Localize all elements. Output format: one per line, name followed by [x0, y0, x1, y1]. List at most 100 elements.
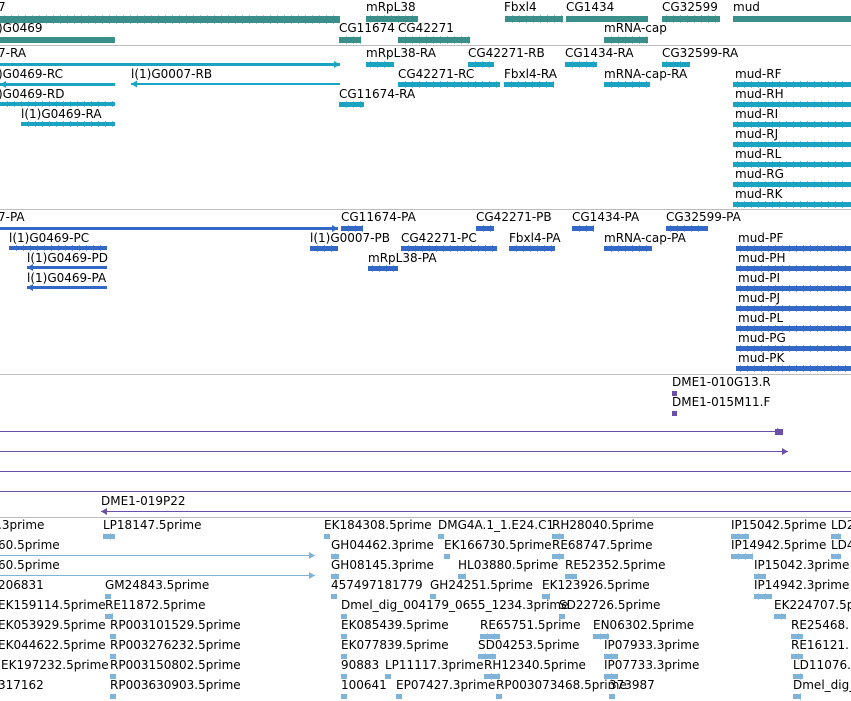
proteins-feature-label[interactable]: mud-PI	[738, 272, 780, 285]
proteins-feature-label[interactable]: mud-PJ	[738, 292, 780, 305]
genes-feature-glyph[interactable]	[505, 15, 563, 23]
ests-feature-label[interactable]: EK123926.5prime	[542, 579, 650, 592]
transcripts-feature-label[interactable]: )G0469-RD	[0, 88, 64, 101]
genes-feature-glyph[interactable]	[0, 15, 340, 24]
proteins-feature-glyph[interactable]	[509, 245, 555, 252]
transcripts-feature-label[interactable]: l(1)G0007-RB	[131, 68, 212, 81]
ests-feature-label[interactable]: EK184308.5prime	[324, 519, 432, 532]
ests-feature-label[interactable]: RE11872.5prime	[105, 599, 206, 612]
genes-feature-glyph[interactable]	[662, 15, 720, 23]
transcripts-feature-label[interactable]: mud-RH	[735, 88, 784, 101]
transcripts-feature-label[interactable]: Fbxl4-RA	[504, 68, 557, 81]
ests-feature-label[interactable]: EK044622.5prime	[0, 639, 106, 652]
proteins-feature-label[interactable]: CG42271-PC	[401, 232, 477, 245]
ests-feature-label[interactable]: .3prime	[0, 519, 44, 532]
genes-feature-glyph[interactable]	[733, 16, 851, 22]
ests-feature-glyph[interactable]	[444, 554, 450, 559]
ests-feature-label[interactable]: IP14942.5prime	[731, 539, 826, 552]
ests-feature-label[interactable]: IP15042.3prime	[754, 559, 849, 572]
proteins-feature-label[interactable]: 7-PA	[0, 211, 25, 224]
genes-feature-label[interactable]: mRNA-cap	[604, 22, 667, 35]
ests-feature-label[interactable]: Dmel_dig_004179_0655_1234.3prime	[341, 599, 569, 612]
transcripts-feature-label[interactable]: CG42271-RB	[468, 47, 545, 60]
genes-feature-label[interactable]: CG11674	[339, 22, 395, 35]
proteins-feature-label[interactable]: l(1)G0007-PB	[310, 232, 390, 245]
ests-feature-label[interactable]: GH04462.3prime	[331, 539, 434, 552]
ests-feature-label[interactable]: GM24843.5prime	[105, 579, 209, 592]
ests-feature-glyph[interactable]	[754, 593, 772, 600]
proteins-feature-label[interactable]: l(1)G0469-PC	[9, 232, 89, 245]
proteins-feature-label[interactable]: Fbxl4-PA	[509, 232, 561, 245]
ests-feature-glyph[interactable]	[396, 694, 402, 699]
ests-feature-label[interactable]: RE52352.5prime	[565, 559, 666, 572]
ests-feature-label[interactable]: 100641	[341, 679, 387, 692]
clones-feature-glyph[interactable]	[775, 429, 783, 435]
transcripts-feature-glyph[interactable]	[339, 101, 364, 108]
ests-feature-glyph[interactable]	[731, 553, 753, 560]
ests-feature-label[interactable]: 90883	[341, 659, 379, 672]
ests-feature-glyph[interactable]	[331, 594, 337, 599]
proteins-feature-label[interactable]: mRNA-cap-PA	[604, 232, 686, 245]
ests-feature-label[interactable]: EK224707.5p	[774, 599, 851, 612]
transcripts-feature-glyph[interactable]	[21, 121, 115, 127]
ests-feature-label[interactable]: RH12340.5prime	[484, 659, 586, 672]
ests-feature-glyph[interactable]	[793, 693, 801, 700]
clones-feature-glyph[interactable]	[0, 428, 783, 435]
clones-feature-label[interactable]: DME1-015M11.F	[672, 396, 770, 409]
proteins-feature-label[interactable]: mud-PK	[738, 352, 784, 365]
ests-feature-label[interactable]: IP07733.3prime	[604, 659, 699, 672]
genes-feature-label[interactable]: )G0469	[0, 22, 43, 35]
proteins-feature-glyph[interactable]	[368, 265, 398, 272]
proteins-feature-label[interactable]: l(1)G0469-PD	[27, 252, 108, 265]
ests-feature-label[interactable]: RP003073468.5prime	[496, 679, 627, 692]
transcripts-feature-label[interactable]: mud-RG	[735, 168, 784, 181]
transcripts-feature-label[interactable]: CG32599-RA	[662, 47, 738, 60]
ests-feature-label[interactable]: RP003101529.5prime	[110, 619, 241, 632]
ests-feature-label[interactable]: LD2	[831, 519, 851, 532]
clones-feature-glyph[interactable]	[0, 491, 851, 492]
proteins-feature-glyph[interactable]	[476, 225, 494, 232]
transcripts-feature-label[interactable]: mud-RJ	[735, 128, 778, 141]
ests-feature-label[interactable]: LP11117.3prime	[385, 659, 484, 672]
ests-feature-label[interactable]: RP003276232.5prime	[110, 639, 241, 652]
ests-feature-glyph[interactable]	[103, 533, 115, 540]
ests-feature-label[interactable]: EK159114.5prime	[0, 599, 106, 612]
proteins-feature-label[interactable]: mud-PG	[738, 332, 786, 345]
proteins-feature-glyph[interactable]	[604, 245, 652, 252]
ests-feature-label[interactable]: 457497181779	[331, 579, 423, 592]
ests-feature-label[interactable]: EK053929.5prime	[0, 619, 106, 632]
ests-feature-label[interactable]: RP003630903.5prime	[110, 679, 241, 692]
proteins-feature-label[interactable]: CG32599-PA	[666, 211, 741, 224]
ests-feature-label[interactable]: GH08145.3prime	[331, 559, 434, 572]
ests-feature-label[interactable]: RE16121.	[791, 639, 849, 652]
genes-feature-label[interactable]: CG1434	[566, 1, 614, 14]
proteins-feature-glyph[interactable]	[572, 225, 594, 232]
transcripts-feature-label[interactable]: )G0469-RC	[0, 68, 63, 81]
proteins-feature-label[interactable]: CG42271-PB	[476, 211, 552, 224]
ests-feature-glyph[interactable]	[609, 694, 615, 699]
proteins-feature-glyph[interactable]	[27, 264, 107, 271]
ests-feature-label[interactable]: RH28040.5prime	[552, 519, 654, 532]
genes-feature-label[interactable]: mud	[733, 1, 760, 14]
transcripts-feature-glyph[interactable]	[504, 81, 554, 88]
ests-feature-glyph[interactable]	[496, 694, 502, 699]
ests-feature-label[interactable]: Dmel_dig_	[793, 679, 851, 692]
genes-feature-label[interactable]: CG32599	[662, 1, 718, 14]
ests-feature-label[interactable]: 317162	[0, 679, 44, 692]
ests-feature-label[interactable]: IP15042.5prime	[731, 519, 826, 532]
proteins-feature-glyph[interactable]	[27, 284, 107, 291]
ests-feature-label[interactable]: IP14942.3prime	[754, 579, 849, 592]
ests-feature-label[interactable]: DMG4A.1_1.E24.C1	[438, 519, 554, 532]
transcripts-feature-label[interactable]: mRNA-cap-RA	[604, 68, 687, 81]
proteins-feature-label[interactable]: CG11674-PA	[341, 211, 416, 224]
clones-feature-label[interactable]: DME1-019P22	[101, 495, 186, 508]
transcripts-feature-label[interactable]: mud-RL	[735, 148, 781, 161]
transcripts-feature-glyph[interactable]	[604, 81, 650, 88]
ests-feature-label[interactable]: HL03880.5prime	[458, 559, 558, 572]
transcripts-feature-label[interactable]: CG11674-RA	[339, 88, 415, 101]
genes-feature-glyph[interactable]	[0, 37, 115, 43]
ests-feature-label[interactable]: EP07427.3prime	[396, 679, 495, 692]
proteins-feature-label[interactable]: CG1434-PA	[572, 211, 639, 224]
clones-feature-glyph[interactable]	[0, 471, 851, 472]
ests-feature-glyph[interactable]	[324, 534, 330, 539]
